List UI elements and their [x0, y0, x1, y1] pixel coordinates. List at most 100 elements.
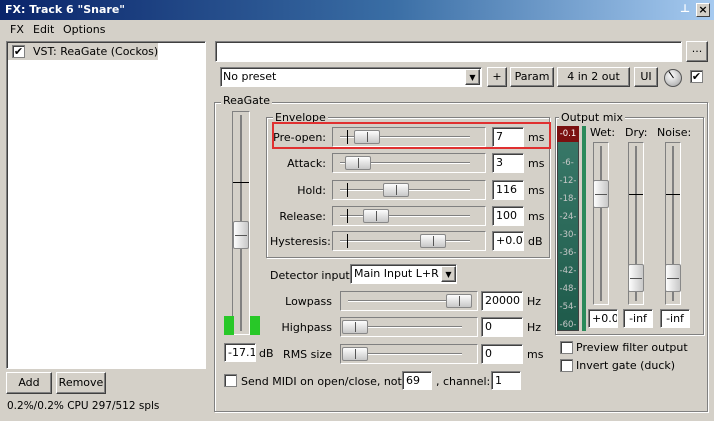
release-groove [340, 215, 470, 217]
meter-scale-label: -12- [559, 176, 577, 186]
noise-tick [666, 194, 680, 195]
hysteresis-tick [347, 234, 348, 248]
hold-value[interactable]: 116 [492, 180, 524, 200]
hysteresis-unit: dB [528, 235, 543, 248]
threshold-value[interactable]: -17.1 [224, 343, 256, 362]
hysteresis-thumb[interactable] [420, 234, 446, 248]
threshold-meter-right [250, 316, 260, 335]
plugin-name: VST: ReaGate (Cockos) [33, 45, 159, 58]
bypass-checkbox[interactable]: ✔ [690, 70, 703, 83]
noise-value[interactable]: -inf [660, 309, 690, 328]
lowpass-groove [348, 300, 462, 302]
preset-select[interactable]: No preset [220, 67, 482, 87]
rmssize-value[interactable]: 0 [481, 344, 523, 364]
detector-label: Detector input: [270, 269, 354, 282]
lowpass-thumb[interactable] [445, 294, 472, 308]
midi-note-input[interactable]: 69 [402, 371, 432, 390]
highpass-thumb[interactable] [342, 320, 368, 334]
window-title: FX: Track 6 "Snare" [5, 3, 126, 16]
meter-scale-label: -36- [559, 248, 577, 258]
preset-name-input[interactable] [215, 41, 682, 62]
cpu-status: 0.2%/0.2% CPU 297/512 spls [7, 400, 160, 412]
detector-select-value: Main Input L+R [354, 267, 439, 280]
highpass-unit: Hz [527, 321, 542, 334]
release-thumb[interactable] [362, 209, 389, 223]
meter-scale-label: -6- [562, 158, 574, 168]
output-meter [557, 126, 579, 331]
hold-tick [347, 183, 348, 197]
invert-gate-label: Invert gate (duck) [576, 359, 676, 372]
wet-label: Wet: [590, 126, 616, 139]
send-midi-checkbox[interactable] [224, 374, 237, 387]
hysteresis-label: Hysteresis: [270, 235, 331, 248]
meter-scale-label: -60- [559, 320, 577, 330]
highpass-value[interactable]: 0 [481, 317, 523, 337]
lowpass-value[interactable]: 20000 [481, 291, 523, 311]
browse-button[interactable]: ... [686, 41, 708, 62]
release-tick [347, 209, 348, 223]
invert-gate-checkbox[interactable] [560, 359, 573, 372]
add-button[interactable]: Add [6, 372, 52, 394]
pre-open-highlight [272, 122, 551, 149]
send-midi-label: Send MIDI on open/close, note: [241, 375, 413, 388]
meter-scale-label: -42- [559, 266, 577, 276]
menu-options[interactable]: Options [63, 23, 105, 36]
rmssize-label: RMS size [283, 348, 332, 361]
dry-value[interactable]: -inf [623, 309, 653, 328]
chevron-down-icon[interactable]: ▼ [441, 266, 456, 282]
midi-channel-label: , channel: [436, 375, 491, 388]
meter-scale-label: -24- [559, 212, 577, 222]
lowpass-label: Lowpass [285, 295, 332, 308]
close-button[interactable]: × [696, 3, 710, 17]
attack-value[interactable]: 3 [492, 153, 524, 173]
midi-channel-input[interactable]: 1 [491, 371, 521, 390]
release-value[interactable]: 100 [492, 206, 524, 226]
wet-thumb[interactable] [593, 180, 609, 209]
chevron-down-icon[interactable]: ▼ [465, 69, 480, 85]
dry-tick [629, 194, 643, 195]
threshold-thumb[interactable] [233, 221, 249, 250]
release-unit: ms [528, 210, 545, 223]
io-routing-button[interactable]: 4 in 2 out [557, 67, 630, 87]
lowpass-unit: Hz [527, 295, 542, 308]
noise-thumb[interactable] [665, 263, 681, 292]
param-button[interactable]: Param [510, 67, 554, 87]
attack-unit: ms [528, 157, 545, 170]
rmssize-unit: ms [527, 348, 544, 361]
pin-icon[interactable]: ⊥ [678, 3, 692, 17]
meter-scale-label: -48- [559, 284, 577, 294]
ui-button[interactable]: UI [634, 67, 658, 87]
threshold-tick [233, 182, 249, 183]
output-mix-label: Output mix [559, 111, 625, 124]
wet-value[interactable]: +0.0 [588, 309, 618, 328]
wet-groove [600, 146, 602, 301]
threshold-meter-left [224, 316, 234, 335]
preview-filter-checkbox[interactable] [560, 341, 573, 354]
menu-fx[interactable]: FX [10, 23, 24, 36]
add-preset-button[interactable]: + [487, 67, 507, 87]
meter-level-bar [582, 126, 586, 331]
dry-label: Dry: [625, 126, 648, 139]
dry-thumb[interactable] [628, 263, 644, 292]
hold-thumb[interactable] [382, 183, 409, 197]
attack-label: Attack: [287, 157, 326, 170]
meter-scale-label: -18- [559, 194, 577, 204]
hold-label: Hold: [297, 184, 326, 197]
meter-peak[interactable]: -0.1 [557, 126, 579, 142]
plugin-enable-checkbox[interactable]: ✔ [12, 45, 25, 58]
attack-thumb[interactable] [345, 156, 371, 170]
meter-scale-label: -30- [559, 230, 577, 240]
preview-filter-label: Preview filter output [576, 341, 688, 354]
reagate-group-label: ReaGate [221, 94, 273, 107]
menu-edit[interactable]: Edit [33, 23, 54, 36]
hysteresis-value[interactable]: +0.0 [492, 231, 524, 251]
release-label: Release: [279, 210, 326, 223]
meter-scale-label: -54- [559, 302, 577, 312]
hysteresis-groove [340, 240, 470, 242]
menu-bar [0, 20, 714, 38]
plugin-list[interactable] [6, 41, 206, 369]
remove-button[interactable]: Remove [56, 372, 106, 394]
rmssize-thumb[interactable] [342, 347, 368, 361]
noise-label: Noise: [657, 126, 692, 139]
preset-select-value: No preset [223, 70, 277, 83]
